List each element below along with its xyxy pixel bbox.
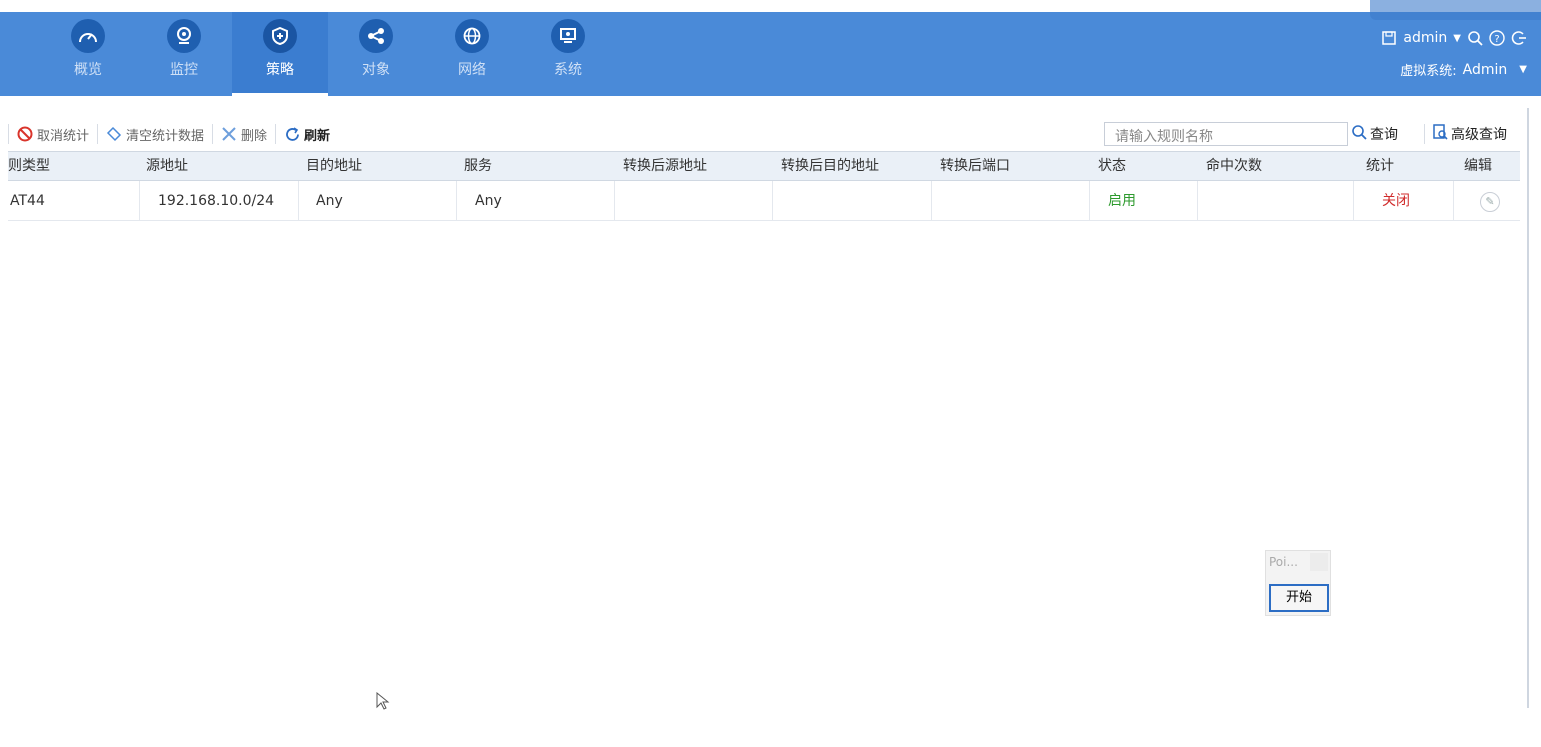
column-header[interactable]: 目的地址 xyxy=(299,152,457,180)
nav-label: 网络 xyxy=(458,62,486,78)
nav-item-monitor[interactable]: 监控 xyxy=(136,12,232,96)
mini-dialog: Poi... 开始 xyxy=(1265,550,1331,616)
cell-src: 192.168.10.0/24 xyxy=(140,181,299,221)
nav-label: 策略 xyxy=(266,62,294,78)
nav-item-policy[interactable]: 策略 xyxy=(232,12,328,96)
cell-nat-dst xyxy=(773,181,932,221)
refresh-button[interactable]: 刷新 xyxy=(275,124,338,144)
nav-label: 对象 xyxy=(362,62,390,78)
logout-icon[interactable] xyxy=(1511,30,1527,46)
chevron-down-icon[interactable]: ▼ xyxy=(1453,33,1461,44)
refresh-icon xyxy=(284,126,300,142)
column-header[interactable]: 状态 xyxy=(1090,152,1198,180)
nav-label: 概览 xyxy=(74,62,102,78)
webcam-icon xyxy=(167,19,201,53)
eraser-icon xyxy=(106,126,122,142)
close-icon xyxy=(221,126,237,142)
advanced-query-label: 高级查询 xyxy=(1451,127,1507,143)
rule-name-search-input[interactable]: 请输入规则名称 xyxy=(1104,122,1348,146)
ban-icon xyxy=(17,126,33,142)
nav-label: 系统 xyxy=(554,62,582,78)
close-icon[interactable] xyxy=(1310,553,1328,571)
mini-dialog-title: Poi... xyxy=(1269,555,1298,569)
column-header[interactable]: 转换后源地址 xyxy=(615,152,773,180)
chevron-down-icon[interactable]: ▼ xyxy=(1519,64,1527,75)
cell-nat-src xyxy=(615,181,773,221)
nav-item-network[interactable]: 网络 xyxy=(424,12,520,96)
refresh-label: 刷新 xyxy=(304,128,331,144)
cell-dst: Any xyxy=(299,181,457,221)
column-header[interactable]: 服务 xyxy=(457,152,615,180)
cell-edit: ✎ xyxy=(1454,181,1520,221)
virtual-system-label: 虚拟系统: xyxy=(1400,64,1457,79)
column-header[interactable]: 转换后端口 xyxy=(932,152,1090,180)
user-menu[interactable]: admin xyxy=(1403,30,1447,46)
cell-hits xyxy=(1198,181,1354,221)
column-header[interactable]: 源地址 xyxy=(140,152,299,180)
window-controls xyxy=(1370,0,1541,20)
query-label: 查询 xyxy=(1370,127,1398,143)
search-icon[interactable] xyxy=(1467,30,1483,46)
advanced-search-icon xyxy=(1433,124,1448,144)
search-icon xyxy=(1352,124,1367,144)
column-header[interactable]: 统计 xyxy=(1354,152,1454,180)
shield-icon xyxy=(263,19,297,53)
save-icon[interactable] xyxy=(1381,30,1397,46)
clear-stats-button[interactable]: 清空统计数据 xyxy=(97,124,212,144)
cell-status: 启用 xyxy=(1090,181,1198,221)
pencil-icon[interactable]: ✎ xyxy=(1480,192,1500,212)
speedometer-icon xyxy=(71,19,105,53)
table-header: 则类型 源地址 目的地址 服务 转换后源地址 转换后目的地址 转换后端口 状态 … xyxy=(8,151,1520,181)
cancel-stats-label: 取消统计 xyxy=(37,128,90,144)
nav-label: 监控 xyxy=(170,62,198,78)
mouse-cursor-icon xyxy=(376,691,390,714)
table-row[interactable]: AT44 192.168.10.0/24 Any Any 启用 关闭 ✎ xyxy=(8,181,1520,221)
help-icon[interactable]: ? xyxy=(1489,30,1505,46)
cell-stats[interactable]: 关闭 xyxy=(1354,181,1454,221)
cell-nat-port xyxy=(932,181,1090,221)
column-header[interactable]: 则类型 xyxy=(8,152,140,180)
monitor-icon xyxy=(551,19,585,53)
delete-label: 删除 xyxy=(241,128,268,144)
start-button[interactable]: 开始 xyxy=(1269,584,1329,612)
nav-item-objects[interactable]: 对象 xyxy=(328,12,424,96)
column-header[interactable]: 转换后目的地址 xyxy=(773,152,932,180)
main-nav: 概览 监控 策略 对象 网络 系统 xyxy=(40,12,616,96)
virtual-system-select[interactable]: Admin xyxy=(1463,62,1508,78)
user-area: admin ▼ ? 虚拟系统: Admin ▼ xyxy=(1381,30,1527,79)
column-header[interactable]: 命中次数 xyxy=(1198,152,1354,180)
cancel-stats-button[interactable]: 取消统计 xyxy=(8,124,97,144)
globe-icon xyxy=(455,19,489,53)
query-button[interactable]: 查询 xyxy=(1352,124,1398,144)
advanced-query-button[interactable]: 高级查询 xyxy=(1424,124,1507,144)
cell-service: Any xyxy=(457,181,615,221)
top-bar: 概览 监控 策略 对象 网络 系统 admin ▼ ? 虚拟系统: Admin … xyxy=(0,12,1541,96)
nav-item-overview[interactable]: 概览 xyxy=(40,12,136,96)
delete-button[interactable]: 删除 xyxy=(212,124,275,144)
cell-type: AT44 xyxy=(8,181,140,221)
share-icon xyxy=(359,19,393,53)
policy-panel: 取消统计 清空统计数据 删除 刷新 请输入规则名称 查询 高级查询 则类型 源地… xyxy=(8,108,1529,708)
clear-stats-label: 清空统计数据 xyxy=(126,128,205,144)
svg-text:?: ? xyxy=(1494,34,1499,45)
nav-item-system[interactable]: 系统 xyxy=(520,12,616,96)
column-header[interactable]: 编辑 xyxy=(1454,152,1520,180)
